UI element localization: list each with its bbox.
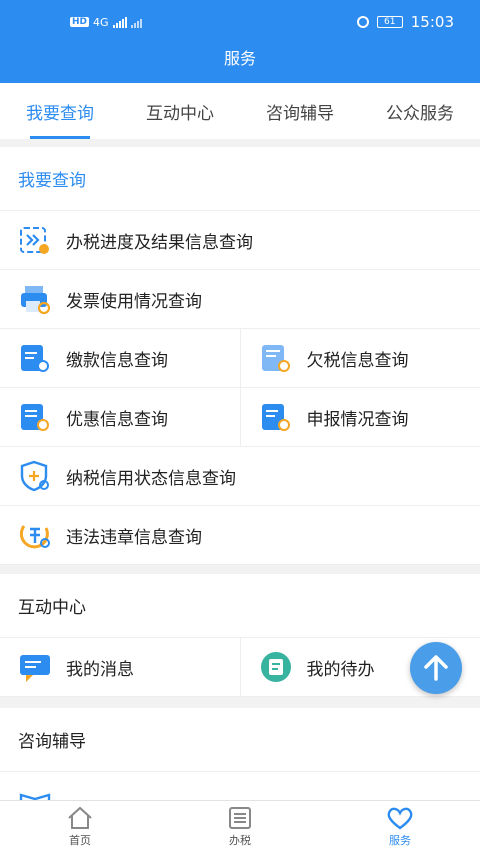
preference-query-item[interactable]: 优惠信息查询	[0, 388, 240, 446]
battery-icon: 61	[376, 16, 403, 28]
consult-section-title: 咨询辅导	[0, 708, 480, 772]
alarm-icon	[356, 16, 369, 28]
page-title: 服务	[223, 49, 256, 68]
todo-list-icon	[259, 650, 293, 684]
credit-query-label: 纳税信用状态信息查询	[66, 468, 236, 489]
interaction-section-title: 互动中心	[0, 574, 480, 638]
invoice-query-label: 发票使用情况查询	[66, 291, 202, 312]
declaration-document-icon	[259, 400, 293, 434]
my-messages-label: 我的消息	[66, 659, 134, 680]
nav-home[interactable]: 首页	[0, 801, 160, 853]
tab-public-service[interactable]: 公众服务	[360, 83, 480, 139]
nav-service[interactable]: 服务	[320, 801, 480, 853]
signal-icon	[112, 16, 127, 28]
declaration-query-item[interactable]: 申报情况查询	[239, 388, 480, 446]
tab-bar: 我要查询 互动中心 咨询辅导 公众服务	[0, 83, 480, 139]
payment-document-icon	[18, 341, 52, 375]
network-type: 4G	[93, 15, 109, 29]
status-bar: HD 4G 61 15:03	[0, 0, 480, 44]
invoice-query-item[interactable]: 发票使用情况查询	[0, 270, 480, 328]
arrears-query-item[interactable]: 欠税信息查询	[239, 329, 480, 387]
nav-tax-label: 办税	[229, 834, 251, 847]
credit-query-item[interactable]: 纳税信用状态信息查询	[0, 447, 480, 505]
preference-query-label: 优惠信息查询	[66, 409, 168, 430]
my-messages-item[interactable]: 我的消息	[0, 638, 240, 696]
arrears-document-icon	[259, 341, 293, 375]
clock: 15:03	[410, 13, 454, 31]
list-icon	[229, 807, 251, 829]
nav-home-label: 首页	[69, 834, 91, 847]
heart-icon	[387, 807, 413, 830]
arrears-query-label: 欠税信息查询	[306, 350, 409, 371]
bottom-nav: 首页 办税 服务	[0, 800, 480, 853]
home-icon	[68, 806, 92, 829]
tab-interaction[interactable]: 互动中心	[120, 83, 240, 139]
payment-query-item[interactable]: 缴款信息查询	[0, 329, 240, 387]
nav-tax[interactable]: 办税	[160, 801, 320, 853]
progress-query-label: 办税进度及结果信息查询	[66, 232, 253, 253]
arrow-up-icon	[424, 655, 448, 681]
tab-consult[interactable]: 咨询辅导	[240, 83, 360, 139]
scroll-to-top-button[interactable]	[410, 642, 462, 694]
consult-section: 咨询辅导	[0, 708, 480, 819]
preference-document-icon	[18, 400, 52, 434]
violation-seal-icon	[18, 518, 52, 552]
my-todo-label: 我的待办	[306, 659, 375, 680]
progress-search-icon	[18, 223, 52, 257]
credit-shield-icon	[18, 459, 52, 493]
violation-query-label: 违法违章信息查询	[66, 527, 202, 548]
query-section-title: 我要查询	[0, 147, 480, 211]
nav-service-label: 服务	[389, 834, 411, 847]
tab-query[interactable]: 我要查询	[0, 83, 120, 139]
hd-badge: HD	[70, 17, 90, 27]
progress-query-item[interactable]: 办税进度及结果信息查询	[0, 211, 480, 269]
interaction-section: 互动中心 我的消息 我的待办	[0, 574, 480, 697]
violation-query-item[interactable]: 违法违章信息查询	[0, 506, 480, 564]
query-section: 我要查询 办税进度及结果信息查询 发票使用情况查询 缴款信息查询 欠税信息查询 …	[0, 147, 480, 565]
message-bubble-icon	[18, 650, 52, 684]
signal-icon-2	[130, 17, 142, 28]
invoice-printer-icon	[18, 282, 52, 316]
payment-query-label: 缴款信息查询	[66, 350, 168, 371]
declaration-query-label: 申报情况查询	[306, 409, 409, 430]
app-header: HD 4G 61 15:03 服务	[0, 0, 480, 83]
